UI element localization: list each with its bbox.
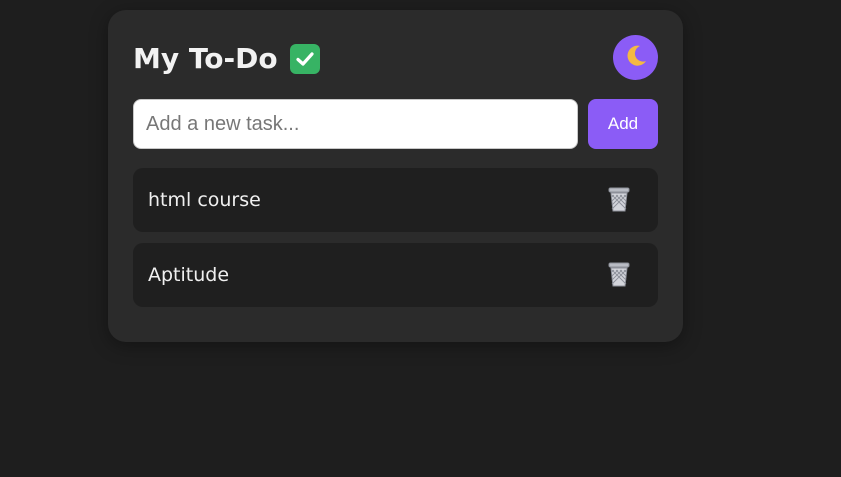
- delete-task-button[interactable]: [604, 260, 634, 290]
- wastebasket-icon: [606, 260, 632, 291]
- delete-task-button[interactable]: [604, 185, 634, 215]
- theme-toggle-button[interactable]: [613, 35, 658, 80]
- task-text: Aptitude: [148, 264, 230, 286]
- new-task-input[interactable]: [133, 99, 578, 149]
- task-item: Aptitude: [133, 243, 658, 307]
- check-mark-icon: [289, 44, 320, 74]
- title-text: My To-Do: [133, 42, 278, 75]
- crescent-moon-icon: [623, 43, 649, 72]
- wastebasket-icon: [606, 185, 632, 216]
- task-text: html course: [148, 189, 261, 211]
- header: My To-Do: [133, 34, 658, 84]
- add-task-button[interactable]: Add: [588, 99, 658, 149]
- task-item: html course: [133, 168, 658, 232]
- todo-card: My To-Do Add html course: [108, 10, 683, 342]
- page-title: My To-Do: [133, 42, 320, 76]
- task-list: html course Aptitude: [133, 168, 658, 318]
- add-task-row: Add: [133, 99, 658, 149]
